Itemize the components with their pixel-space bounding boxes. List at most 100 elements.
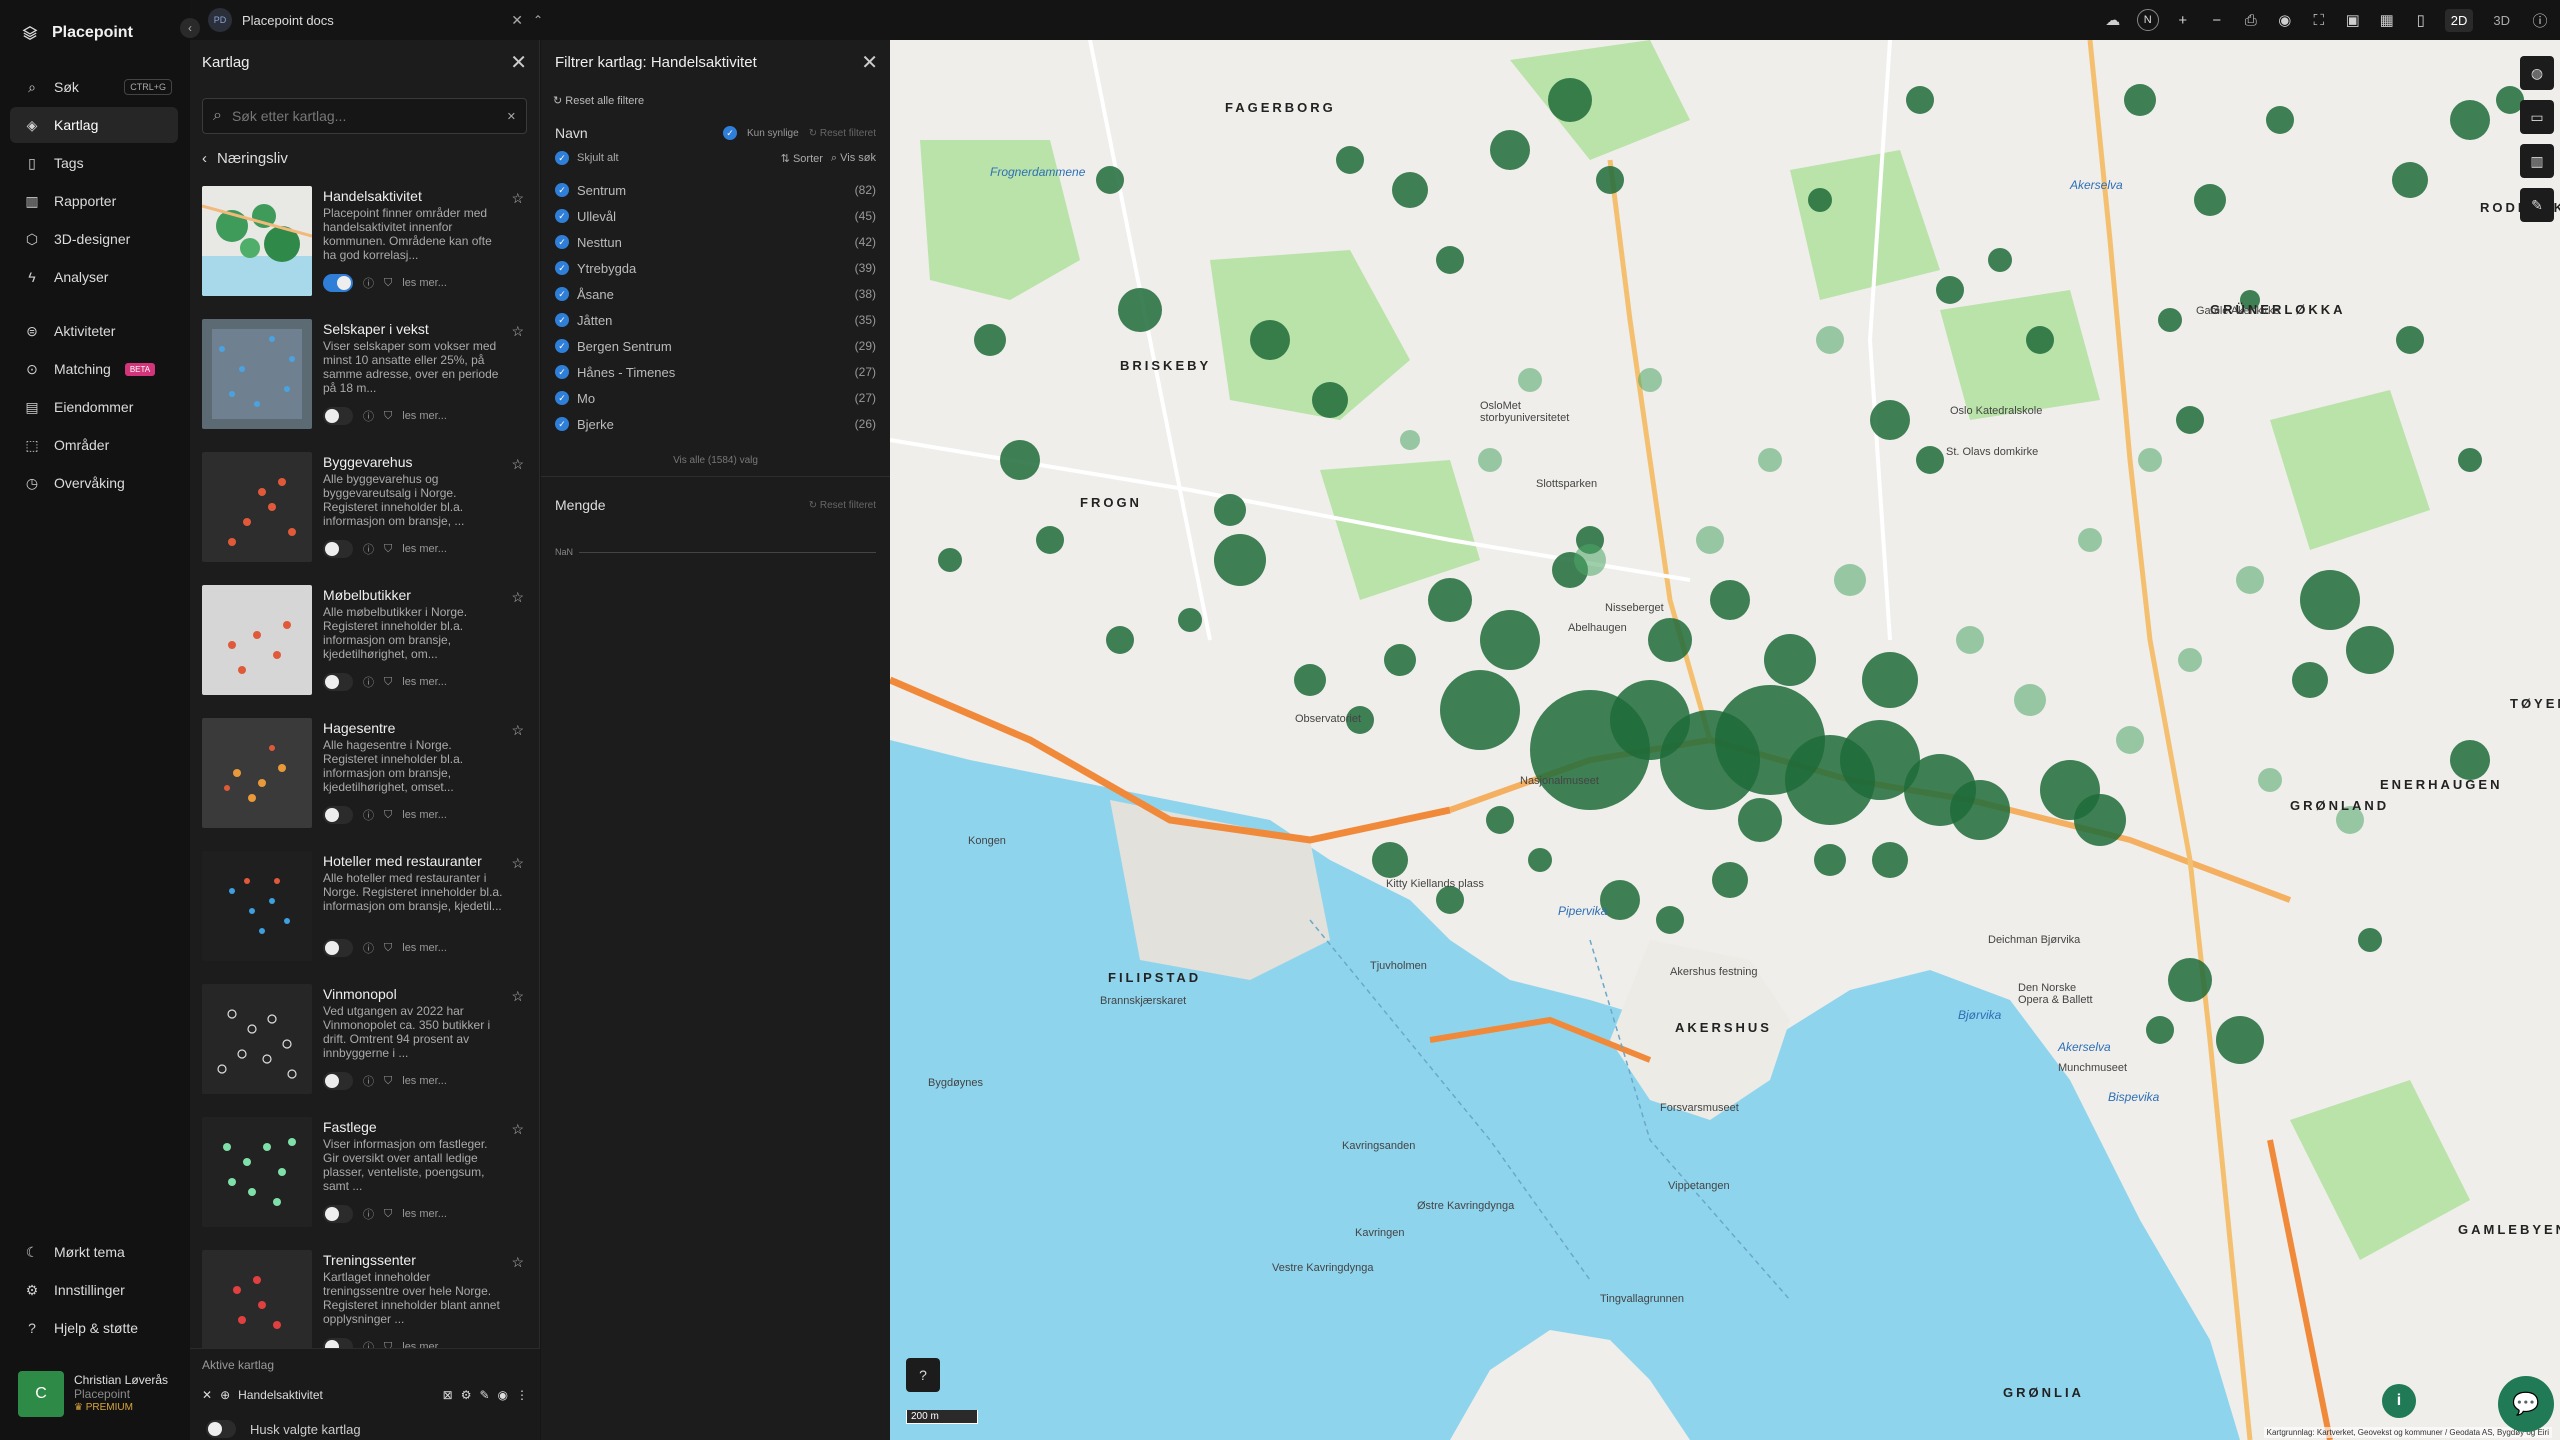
nav-item-kartlag[interactable]: ◈ Kartlag (10, 107, 178, 143)
filter-value[interactable]: ✓ Ytrebygda (39) (555, 255, 876, 281)
remember-layers[interactable]: Husk valgte kartlag (206, 1420, 540, 1438)
mode-2d-button[interactable]: 2D (2444, 8, 2474, 32)
read-more-link[interactable]: les mer... (402, 410, 447, 422)
clear-icon[interactable]: ✕ (507, 110, 516, 123)
close-icon[interactable]: ✕ (510, 50, 527, 75)
document-tab[interactable]: PD Placepoint docs ✕ ⌃ (208, 6, 543, 34)
star-icon[interactable]: ☆ (511, 190, 524, 207)
filter-value[interactable]: ✓ Sentrum (82) (555, 177, 876, 203)
reset-filter-button[interactable]: ↻ Reset filteret (809, 128, 876, 139)
star-icon[interactable]: ☆ (511, 722, 524, 739)
collapse-nav-button[interactable]: ‹ (180, 18, 200, 38)
grid-icon[interactable]: ▦ (2377, 11, 2397, 29)
filter-icon[interactable]: ⛉ (384, 942, 392, 955)
nav-item-help[interactable]: ? Hjelp & støtte (10, 1310, 178, 1346)
see-all-values-link[interactable]: Vis alle (1584) valg (541, 455, 890, 466)
filter-icon[interactable]: ⛉ (384, 809, 392, 822)
sort-button[interactable]: ⇅ Sorter (781, 152, 823, 165)
filter-value[interactable]: ✓ Bjerke (26) (555, 411, 876, 437)
edit-icon[interactable]: ✎ (479, 1388, 489, 1402)
read-more-link[interactable]: les mer... (402, 277, 447, 289)
nav-item-rapporter[interactable]: ▥ Rapporter (10, 183, 178, 219)
print-icon[interactable]: ⎙ (2241, 12, 2261, 29)
nav-item-omrader[interactable]: ⬚ Områder (10, 427, 178, 463)
read-more-link[interactable]: les mer... (402, 942, 447, 954)
nav-item-overvaking[interactable]: ◷ Overvåking (10, 465, 178, 501)
star-icon[interactable]: ☆ (511, 1254, 524, 1271)
layer-search-input[interactable] (229, 107, 499, 125)
layer-toggle[interactable] (323, 407, 353, 425)
eye-icon[interactable]: ◉ (498, 1388, 508, 1402)
layer-item[interactable]: Fastlege ☆ Viser informasjon om fastlege… (190, 1117, 540, 1250)
layer-item[interactable]: Byggevarehus ☆ Alle byggevarehus og bygg… (190, 452, 540, 585)
layer-toggle[interactable] (323, 939, 353, 957)
star-icon[interactable]: ☆ (511, 855, 524, 872)
filter-icon[interactable]: ⛉ (384, 1075, 392, 1088)
nav-item-eiendommer[interactable]: ▤ Eiendommer (10, 389, 178, 425)
filter-icon[interactable]: ⛉ (384, 277, 392, 290)
active-layer-row[interactable]: ✕ ⊕ Handelsaktivitet ⊠ ⚙ ✎ ◉ ⋮ (202, 1384, 528, 1406)
layer-item[interactable]: Treningssenter ☆ Kartlaget inneholder tr… (190, 1250, 540, 1348)
star-icon[interactable]: ☆ (511, 589, 524, 606)
draw-button[interactable]: ✎ (2520, 188, 2554, 222)
layer-toggle[interactable] (323, 1205, 353, 1223)
zoom-in-icon[interactable]: + (2173, 12, 2193, 29)
hide-all-button[interactable]: Skjult alt (577, 152, 619, 164)
checkmark-icon[interactable]: ✓ (555, 151, 569, 165)
breadcrumb[interactable]: ‹ Næringsliv (202, 150, 539, 167)
filter-value[interactable]: ✓ Jåtten (35) (555, 307, 876, 333)
star-icon[interactable]: ☆ (511, 323, 524, 340)
filter-icon[interactable]: ⛉ (384, 1341, 392, 1349)
close-icon[interactable]: ✕ (511, 12, 523, 29)
map-style-button[interactable]: ◍ (2520, 56, 2554, 90)
north-compass[interactable]: N (2136, 9, 2159, 31)
nav-item-3d-designer[interactable]: ⬡ 3D-designer (10, 221, 178, 257)
layer-item[interactable]: Selskaper i vekst ☆ Viser selskaper som … (190, 319, 540, 452)
filter-value[interactable]: ✓ Åsane (38) (555, 281, 876, 307)
filter-icon[interactable]: ⛉ (384, 676, 392, 689)
info-icon[interactable]: ⓘ (363, 541, 374, 557)
layer-item[interactable]: Handelsaktivitet ☆ Placepoint finner omr… (190, 186, 540, 319)
filter-value[interactable]: ✓ Hånes - Timenes (27) (555, 359, 876, 385)
layer-item[interactable]: Hoteller med restauranter ☆ Alle hotelle… (190, 851, 540, 984)
checkmark-icon[interactable]: ✓ (722, 126, 737, 140)
reset-all-filters-button[interactable]: ↻ Reset alle filtere (553, 94, 890, 107)
bookmark-icon[interactable]: ▯ (2411, 11, 2431, 29)
layer-toggle[interactable] (323, 540, 353, 558)
layer-toggle[interactable] (323, 1072, 353, 1090)
only-visible-label[interactable]: Kun synlige (747, 128, 799, 139)
read-more-link[interactable]: les mer... (402, 1075, 447, 1087)
info-icon[interactable]: ⓘ (2530, 10, 2550, 31)
nav-item-dark-theme[interactable]: ☾ Mørkt tema (10, 1234, 178, 1270)
read-more-link[interactable]: les mer... (402, 1341, 447, 1348)
read-more-link[interactable]: les mer... (402, 809, 447, 821)
info-icon[interactable]: ⓘ (363, 1206, 374, 1222)
info-icon[interactable]: ⓘ (363, 674, 374, 690)
nav-item-sok[interactable]: ⌕ Søk CTRL+G (10, 69, 178, 105)
zoom-out-icon[interactable]: − (2207, 12, 2227, 29)
close-icon[interactable]: ✕ (861, 50, 878, 75)
brand[interactable]: Placepoint (22, 20, 133, 46)
info-button[interactable]: i (2382, 1384, 2416, 1418)
layer-toggle[interactable] (323, 1338, 353, 1348)
layer-toggle[interactable] (323, 274, 353, 292)
chart-button[interactable]: ▥ (2520, 144, 2554, 178)
layer-item[interactable]: Vinmonopol ☆ Ved utgangen av 2022 har Vi… (190, 984, 540, 1117)
info-icon[interactable]: ⓘ (363, 1339, 374, 1348)
layer-item[interactable]: Hagesentre ☆ Alle hagesentre i Norge. Re… (190, 718, 540, 851)
clear-filter-icon[interactable]: ⊠ (443, 1388, 453, 1402)
amount-slider[interactable]: NaN (555, 547, 876, 557)
remember-toggle[interactable] (206, 1420, 236, 1438)
filter-icon[interactable]: ⛉ (384, 1208, 392, 1221)
reset-filter-button[interactable]: ↻ Reset filteret (809, 500, 876, 511)
weather-cloud-icon[interactable]: ☁ (2103, 11, 2123, 29)
show-search-button[interactable]: ⌕ Vis søk (831, 152, 876, 165)
filter-value[interactable]: ✓ Bergen Sentrum (29) (555, 333, 876, 359)
nav-item-aktiviteter[interactable]: ⊜ Aktiviteter (10, 313, 178, 349)
fullscreen-icon[interactable]: ⛶ (2309, 12, 2329, 29)
info-icon[interactable]: ⓘ (363, 275, 374, 291)
help-button[interactable]: ? (906, 1358, 940, 1392)
remove-icon[interactable]: ✕ (202, 1388, 212, 1402)
mode-3d-button[interactable]: 3D (2487, 9, 2516, 32)
info-icon[interactable]: ⓘ (363, 807, 374, 823)
